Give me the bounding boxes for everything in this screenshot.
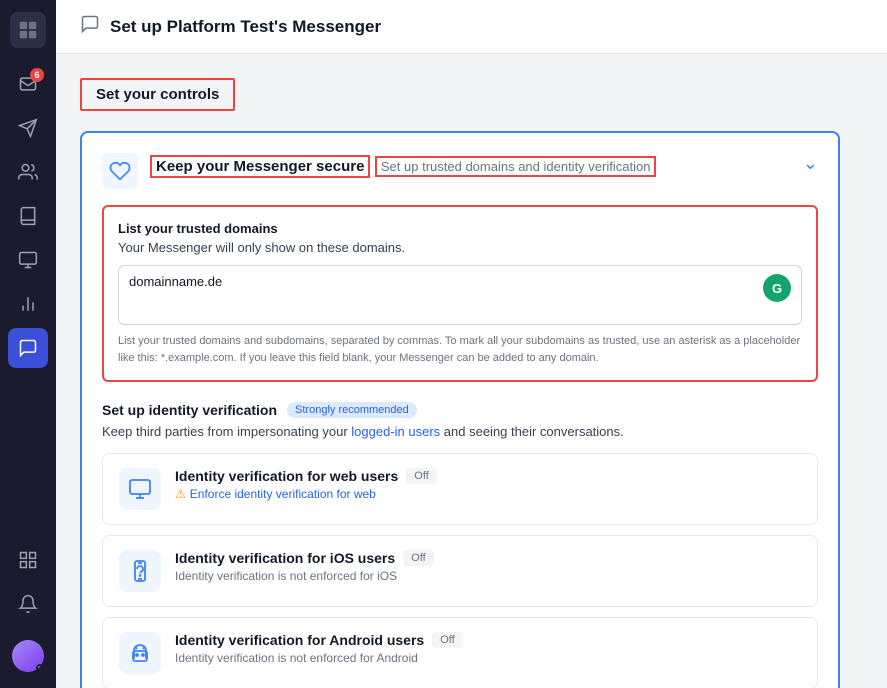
enforce-web-link[interactable]: Enforce identity verification for web bbox=[190, 487, 376, 501]
bell-icon bbox=[18, 594, 38, 614]
sidebar: 6 bbox=[0, 0, 56, 688]
identity-item-web: Identity verification for web users Off … bbox=[102, 453, 818, 525]
inbox-badge: 6 bbox=[30, 68, 44, 82]
identity-item-web-sub: ⚠ Enforce identity verification for web bbox=[175, 487, 801, 501]
sidebar-item-integrations[interactable] bbox=[8, 540, 48, 580]
books-icon bbox=[18, 206, 38, 226]
recommended-badge: Strongly recommended bbox=[287, 402, 417, 418]
identity-title: Set up identity verification bbox=[102, 402, 277, 418]
domains-input-wrap[interactable]: domainname.de G bbox=[118, 265, 802, 325]
security-icon bbox=[102, 153, 138, 189]
identity-item-web-title: Identity verification for web users Off bbox=[175, 468, 801, 484]
warning-icon: ⚠ bbox=[175, 487, 186, 501]
section-subtitle: Set up trusted domains and identity veri… bbox=[375, 156, 657, 177]
identity-item-web-content: Identity verification for web users Off … bbox=[175, 468, 801, 501]
contacts-icon bbox=[18, 162, 38, 182]
controls-header: Set your controls bbox=[80, 78, 235, 111]
android-status-badge: Off bbox=[432, 632, 462, 648]
identity-item-android-sub: Identity verification is not enforced fo… bbox=[175, 651, 801, 665]
chart-icon bbox=[18, 294, 38, 314]
web-status-badge: Off bbox=[406, 468, 436, 484]
section-title: Keep your Messenger secure bbox=[150, 155, 370, 178]
header-messenger-icon bbox=[80, 14, 100, 39]
send-icon bbox=[18, 118, 38, 138]
identity-header: Set up identity verification Strongly re… bbox=[102, 402, 818, 418]
trusted-domains-block: List your trusted domains Your Messenger… bbox=[102, 205, 818, 382]
chevron-down-icon[interactable]: ⌄ bbox=[803, 153, 818, 174]
security-card: Keep your Messenger secure Set up truste… bbox=[80, 131, 840, 688]
sidebar-item-contacts[interactable] bbox=[8, 152, 48, 192]
sidebar-item-messenger[interactable] bbox=[8, 328, 48, 368]
sidebar-item-chart[interactable] bbox=[8, 284, 48, 324]
messenger-icon bbox=[18, 338, 38, 358]
domains-title: List your trusted domains bbox=[118, 221, 802, 236]
monitor-icon bbox=[119, 468, 161, 510]
identity-item-android: Identity verification for Android users … bbox=[102, 617, 818, 688]
page-title: Set up Platform Test's Messenger bbox=[110, 17, 381, 37]
domains-subtitle: Your Messenger will only show on these d… bbox=[118, 240, 802, 255]
identity-item-android-content: Identity verification for Android users … bbox=[175, 632, 801, 665]
sidebar-item-send[interactable] bbox=[8, 108, 48, 148]
identity-subtitle: Keep third parties from impersonating yo… bbox=[102, 424, 818, 439]
identity-item-ios: Identity verification for iOS users Off … bbox=[102, 535, 818, 607]
identity-verification-section: Set up identity verification Strongly re… bbox=[102, 402, 818, 688]
domains-hint: List your trusted domains and subdomains… bbox=[118, 333, 802, 366]
sidebar-item-notifications[interactable] bbox=[8, 584, 48, 624]
avatar-online-dot bbox=[36, 664, 44, 672]
ios-status-badge: Off bbox=[403, 550, 433, 566]
main-content: Set up Platform Test's Messenger Set you… bbox=[56, 0, 887, 688]
sidebar-item-inbox[interactable]: 6 bbox=[8, 64, 48, 104]
android-icon bbox=[119, 632, 161, 674]
grammarly-icon: G bbox=[763, 274, 791, 302]
sidebar-item-books[interactable] bbox=[8, 196, 48, 236]
section-header: Keep your Messenger secure Set up truste… bbox=[102, 153, 818, 189]
section-header-left: Keep your Messenger secure Set up truste… bbox=[102, 153, 656, 189]
sidebar-item-reports[interactable] bbox=[8, 240, 48, 280]
content-area: Set your controls Keep your Messenger se… bbox=[56, 54, 887, 688]
identity-item-ios-sub: Identity verification is not enforced fo… bbox=[175, 569, 801, 583]
identity-item-android-title: Identity verification for Android users … bbox=[175, 632, 801, 648]
ios-icon bbox=[119, 550, 161, 592]
avatar-container[interactable] bbox=[8, 636, 48, 676]
logged-in-users-link[interactable]: logged-in users bbox=[351, 424, 440, 439]
domains-input-value: domainname.de bbox=[129, 274, 763, 289]
section-title-block: Keep your Messenger secure Set up truste… bbox=[150, 153, 656, 178]
reports-icon bbox=[18, 250, 38, 270]
avatar bbox=[12, 640, 44, 672]
sidebar-logo bbox=[10, 12, 46, 48]
identity-item-ios-content: Identity verification for iOS users Off … bbox=[175, 550, 801, 583]
integrations-icon bbox=[18, 550, 38, 570]
identity-item-ios-title: Identity verification for iOS users Off bbox=[175, 550, 801, 566]
page-header: Set up Platform Test's Messenger bbox=[56, 0, 887, 54]
